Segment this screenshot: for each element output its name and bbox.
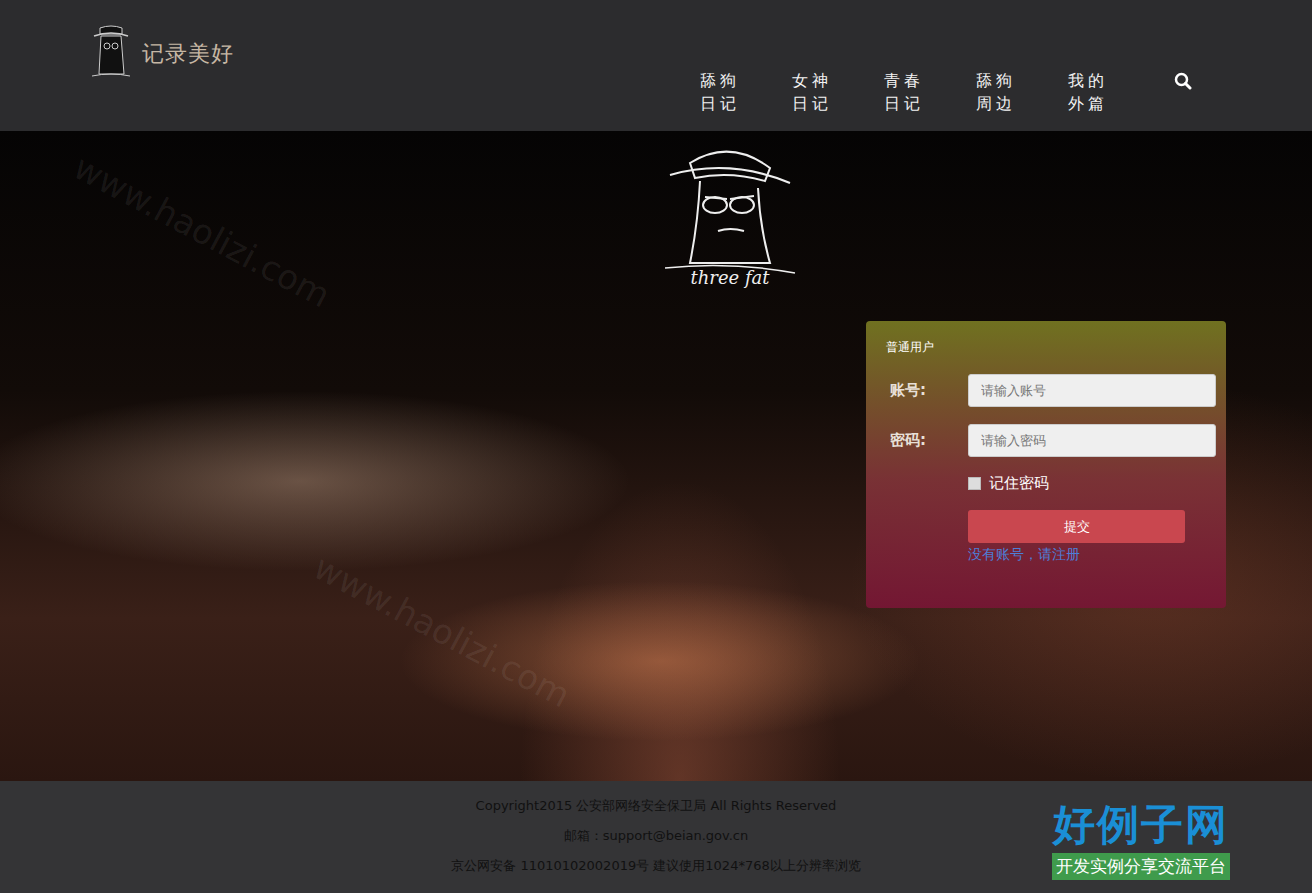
nav-item[interactable]: 我的外篇 <box>1068 69 1110 115</box>
form-row: 账号: <box>886 374 1216 407</box>
hero-photo: www.haolizi.com www.haolizi.com three fat 普… <box>0 131 1312 781</box>
remember-row: 记住密码 <box>886 474 1216 493</box>
form-row: 密码: <box>886 424 1216 457</box>
page: 记录美好舔狗日记女神日记青春日记舔狗周边我的外篇www.haolizi.comw… <box>0 0 1312 893</box>
brand-text: 记录美好 <box>142 39 234 69</box>
field-label: 密码: <box>886 431 968 450</box>
submit-button[interactable]: 提交 <box>968 510 1185 543</box>
brand[interactable]: 记录美好 <box>88 24 234 84</box>
mascot-logo-icon <box>88 24 134 84</box>
remember-checkbox[interactable]: 记住密码 <box>968 474 1049 493</box>
card-title: 普通用户 <box>886 339 1216 356</box>
nav-item[interactable]: 青春日记 <box>884 69 926 115</box>
main-nav: 舔狗日记 女神日记 青春日记 舔狗周边 我的外篇 <box>700 69 1192 115</box>
checkbox-box[interactable] <box>968 477 981 490</box>
footer-line: 京公网安备 11010102002019号 建议使用1024*768以上分辨率浏… <box>451 857 860 875</box>
watermark-url: www.haolizi.com <box>307 547 576 716</box>
footer-line: Copyright2015 公安部网络安全保卫局 All Rights Rese… <box>476 797 837 815</box>
nav-item[interactable]: 舔狗日记 <box>700 69 742 115</box>
hero-logo: three fat <box>650 133 810 328</box>
search-icon[interactable] <box>1174 72 1192 90</box>
watermark-brand: 好例子网 <box>1053 801 1229 849</box>
watermark-badge: 好例子网开发实例分享交流平台 <box>1052 801 1230 880</box>
register-link[interactable]: 没有账号，请注册 <box>968 546 1185 564</box>
submit-row: 提交没有账号，请注册 <box>886 510 1216 564</box>
watermark-url: www.haolizi.com <box>67 147 336 316</box>
logo-caption: three fat <box>690 267 769 288</box>
nav-item[interactable]: 舔狗周边 <box>976 69 1018 115</box>
nav-item[interactable]: 女神日记 <box>792 69 834 115</box>
field-label: 账号: <box>886 381 968 400</box>
remember-label: 记住密码 <box>989 474 1049 493</box>
watermark-slogan: 开发实例分享交流平台 <box>1052 853 1230 880</box>
header: 记录美好舔狗日记 女神日记 青春日记 舔狗周边 我的外篇 <box>0 0 1312 131</box>
login-card: 普通用户账号: 密码: 记住密码提交没有账号，请注册 <box>866 321 1226 608</box>
text-input[interactable] <box>968 374 1216 407</box>
text-input[interactable] <box>968 424 1216 457</box>
footer-line: 邮箱：support@beian.gov.cn <box>564 827 749 845</box>
footer: Copyright2015 公安部网络安全保卫局 All Rights Rese… <box>0 781 1312 893</box>
